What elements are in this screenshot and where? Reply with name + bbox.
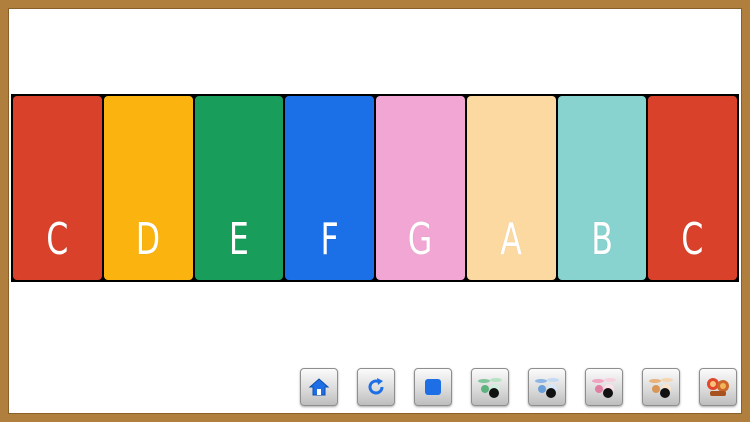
instruments-icon	[707, 378, 729, 396]
drum-kit-orange-icon	[649, 378, 673, 398]
drum-kit-green-icon	[478, 378, 502, 398]
key-d[interactable]: D	[103, 96, 193, 280]
key-f[interactable]: F	[285, 96, 374, 280]
key-e[interactable]: E	[194, 96, 284, 280]
key-label: F	[320, 214, 339, 265]
drum-kit-blue-button[interactable]	[528, 368, 566, 406]
drum-kit-blue-icon	[535, 378, 559, 398]
xylophone: C D E F G A B C	[11, 94, 739, 282]
key-label: D	[135, 214, 161, 265]
toolbar	[300, 368, 740, 408]
key-c-high[interactable]: C	[648, 96, 737, 280]
home-icon	[308, 378, 330, 396]
key-label: B	[591, 214, 613, 265]
stop-button[interactable]	[414, 368, 452, 406]
stop-icon	[425, 379, 441, 395]
drum-kit-green-button[interactable]	[471, 368, 509, 406]
key-label: C	[681, 214, 704, 265]
key-c-low[interactable]: C	[13, 96, 102, 280]
refresh-icon	[368, 378, 384, 395]
key-label: C	[46, 214, 69, 265]
key-label: A	[500, 214, 522, 265]
home-button[interactable]	[300, 368, 338, 406]
key-label: E	[228, 214, 249, 265]
key-a[interactable]: A	[466, 96, 556, 280]
drum-kit-pink-icon	[592, 378, 616, 398]
key-b[interactable]: B	[557, 96, 647, 280]
instruments-button[interactable]	[699, 368, 737, 406]
refresh-button[interactable]	[357, 368, 395, 406]
drum-kit-pink-button[interactable]	[585, 368, 623, 406]
drum-kit-orange-button[interactable]	[642, 368, 680, 406]
key-label: G	[408, 214, 433, 265]
key-g[interactable]: G	[376, 96, 465, 280]
